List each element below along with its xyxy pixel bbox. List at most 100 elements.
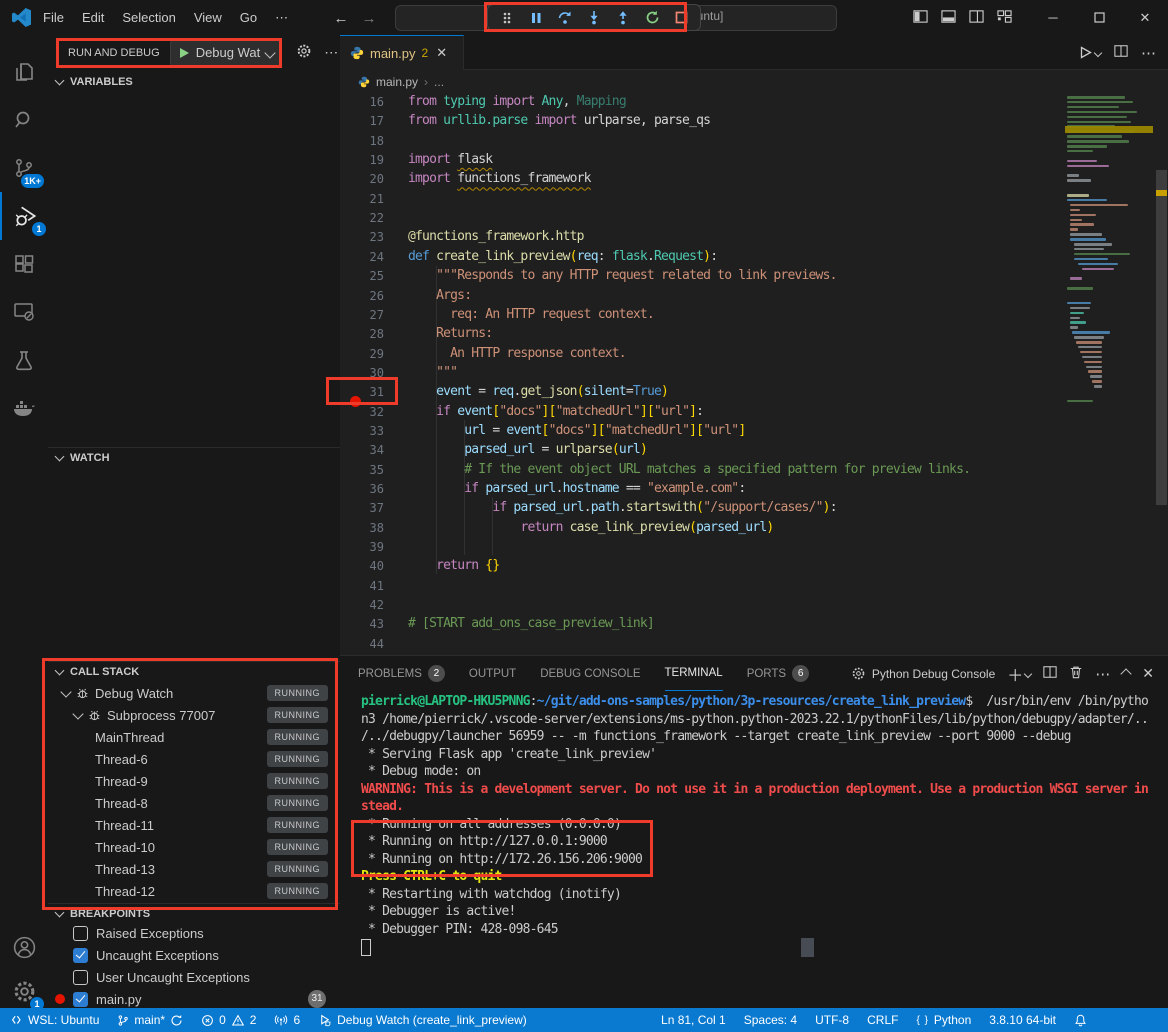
code-line[interactable]: 36 if parsed_url.hostname == "example.co… [340, 480, 1168, 500]
step-out-icon[interactable] [614, 9, 632, 27]
panel-tab-debug-console[interactable]: DEBUG CONSOLE [540, 656, 640, 691]
menu-item-file[interactable]: File [34, 6, 73, 29]
code-line[interactable]: 22 [340, 209, 1168, 229]
forward-button[interactable]: → [358, 7, 380, 29]
code-line[interactable]: 25 """Responds to any HTTP request relat… [340, 267, 1168, 287]
encoding[interactable]: UTF-8 [806, 1008, 858, 1032]
new-terminal-button[interactable]: ＋ [1007, 662, 1031, 686]
call-stack-row[interactable]: Debug WatchRUNNING [48, 682, 340, 704]
line-number[interactable]: 37 [340, 501, 384, 515]
line-number[interactable]: 25 [340, 269, 384, 283]
line-number[interactable]: 42 [340, 598, 384, 612]
panel-tab-ports[interactable]: PORTS6 [747, 656, 809, 691]
line-number[interactable]: 39 [340, 540, 384, 554]
line-number[interactable]: 38 [340, 521, 384, 535]
code-line[interactable]: 17from urllib.parse import urlparse, par… [340, 112, 1168, 132]
toggle-sidebar-icon[interactable] [913, 9, 928, 27]
accounts-button[interactable] [0, 923, 48, 971]
line-number[interactable]: 35 [340, 463, 384, 477]
code-line[interactable]: 21 [340, 190, 1168, 210]
section-variables[interactable]: VARIABLES [48, 72, 340, 91]
menu-item-more[interactable]: ⋯ [266, 6, 297, 30]
code-line[interactable]: 26 Args: [340, 287, 1168, 307]
tab-main-py[interactable]: main.py 2 ✕ [340, 35, 464, 70]
line-number[interactable]: 26 [340, 289, 384, 303]
call-stack-row[interactable]: MainThreadRUNNING [48, 726, 340, 748]
line-number[interactable]: 30 [340, 366, 384, 380]
tab-close-icon[interactable]: ✕ [436, 45, 447, 61]
code-line[interactable]: 42 [340, 596, 1168, 616]
code-line[interactable]: 19import flask [340, 151, 1168, 171]
code-line[interactable]: 34 parsed_url = urlparse(url) [340, 441, 1168, 461]
call-stack-row[interactable]: Thread-11RUNNING [48, 814, 340, 836]
kill-terminal-button[interactable] [1069, 665, 1083, 682]
sidebar-item-search[interactable] [0, 96, 48, 144]
breadcrumb[interactable]: main.py › ... [340, 70, 1168, 93]
code-line[interactable]: 23@functions_framework.http [340, 228, 1168, 248]
code-line[interactable]: 43# [START add_ons_case_preview_link] [340, 615, 1168, 635]
code-line[interactable]: 38 return case_link_preview(parsed_url) [340, 519, 1168, 539]
breakpoint-checkbox[interactable] [73, 948, 88, 963]
sidebar-item-remote-explorer[interactable] [0, 288, 48, 336]
line-number[interactable]: 18 [340, 134, 384, 148]
panel-tab-terminal[interactable]: TERMINAL [665, 656, 723, 691]
call-stack-row[interactable]: Thread-10RUNNING [48, 836, 340, 858]
sidebar-item-source-control[interactable]: 1K+ [0, 144, 48, 192]
line-number[interactable]: 22 [340, 211, 384, 225]
sidebar-item-run-and-debug[interactable]: 1 [0, 192, 50, 240]
sidebar-item-docker[interactable] [0, 384, 48, 432]
line-number[interactable]: 21 [340, 192, 384, 206]
launch-config-dropdown[interactable]: Debug Wat [170, 40, 283, 66]
minimap[interactable] [1065, 93, 1155, 573]
sidebar-more-actions[interactable]: ⋯ [324, 44, 338, 61]
line-number[interactable]: 20 [340, 172, 384, 186]
close-window-button[interactable]: ✕ [1122, 0, 1168, 35]
toggle-secondary-sidebar-icon[interactable] [969, 9, 984, 27]
breakpoint-row[interactable]: User Uncaught Exceptions [48, 966, 340, 988]
code-line[interactable]: 44 [340, 635, 1168, 655]
code-line[interactable]: 28 Returns: [340, 325, 1168, 345]
call-stack-row[interactable]: Thread-6RUNNING [48, 748, 340, 770]
code-line[interactable]: 37 if parsed_url.path.startswith("/suppo… [340, 499, 1168, 519]
pause-icon[interactable] [527, 9, 545, 27]
code-line[interactable]: 32 if event["docs"]["matchedUrl"]["url"]… [340, 403, 1168, 423]
sidebar-item-extensions[interactable] [0, 240, 48, 288]
split-editor-button[interactable] [1114, 44, 1128, 61]
menu-item-edit[interactable]: Edit [73, 6, 113, 29]
step-over-icon[interactable] [556, 9, 574, 27]
remote-indicator[interactable]: WSL: Ubuntu [0, 1008, 108, 1032]
code-line[interactable]: 35 # If the event object URL matches a s… [340, 461, 1168, 481]
line-number[interactable]: 33 [340, 424, 384, 438]
line-number[interactable]: 16 [340, 95, 384, 109]
menu-item-selection[interactable]: Selection [113, 6, 184, 29]
cursor-position[interactable]: Ln 81, Col 1 [652, 1008, 735, 1032]
breakpoint-checkbox[interactable] [73, 970, 88, 985]
section-call-stack[interactable]: CALL STACK [48, 662, 340, 681]
drag-handle-icon[interactable] [498, 9, 516, 27]
call-stack-row[interactable]: Thread-8RUNNING [48, 792, 340, 814]
menu-item-view[interactable]: View [185, 6, 231, 29]
terminal-profile-dropdown[interactable]: Python Debug Console [851, 666, 995, 681]
code-line[interactable]: 30 """ [340, 364, 1168, 384]
toggle-panel-icon[interactable] [941, 9, 956, 27]
line-number[interactable]: 34 [340, 443, 384, 457]
problems-indicator[interactable]: 0 2 [192, 1008, 265, 1032]
close-panel-icon[interactable]: ✕ [1142, 665, 1154, 682]
language-mode[interactable]: { } Python [907, 1008, 980, 1032]
line-number[interactable]: 17 [340, 114, 384, 128]
line-number[interactable]: 40 [340, 559, 384, 573]
call-stack-row[interactable]: Thread-13RUNNING [48, 858, 340, 880]
debug-status[interactable]: Debug Watch (create_link_preview) [309, 1008, 536, 1032]
editor-more-actions[interactable]: ⋯ [1141, 44, 1156, 62]
line-number[interactable]: 27 [340, 308, 384, 322]
call-stack-row[interactable]: Thread-9RUNNING [48, 770, 340, 792]
breakpoint-row[interactable]: Raised Exceptions [48, 922, 340, 944]
maximize-panel-icon[interactable] [1122, 666, 1130, 681]
python-interpreter[interactable]: 3.8.10 64-bit [980, 1008, 1065, 1032]
line-number[interactable]: 23 [340, 230, 384, 244]
code-line[interactable]: 27 req: An HTTP request context. [340, 306, 1168, 326]
code-line[interactable]: 31 event = req.get_json(silent=True) [340, 383, 1168, 403]
eol-sequence[interactable]: CRLF [858, 1008, 907, 1032]
call-stack-row[interactable]: Thread-12RUNNING [48, 880, 340, 902]
code-line[interactable]: 24def create_link_preview(req: flask.Req… [340, 248, 1168, 268]
